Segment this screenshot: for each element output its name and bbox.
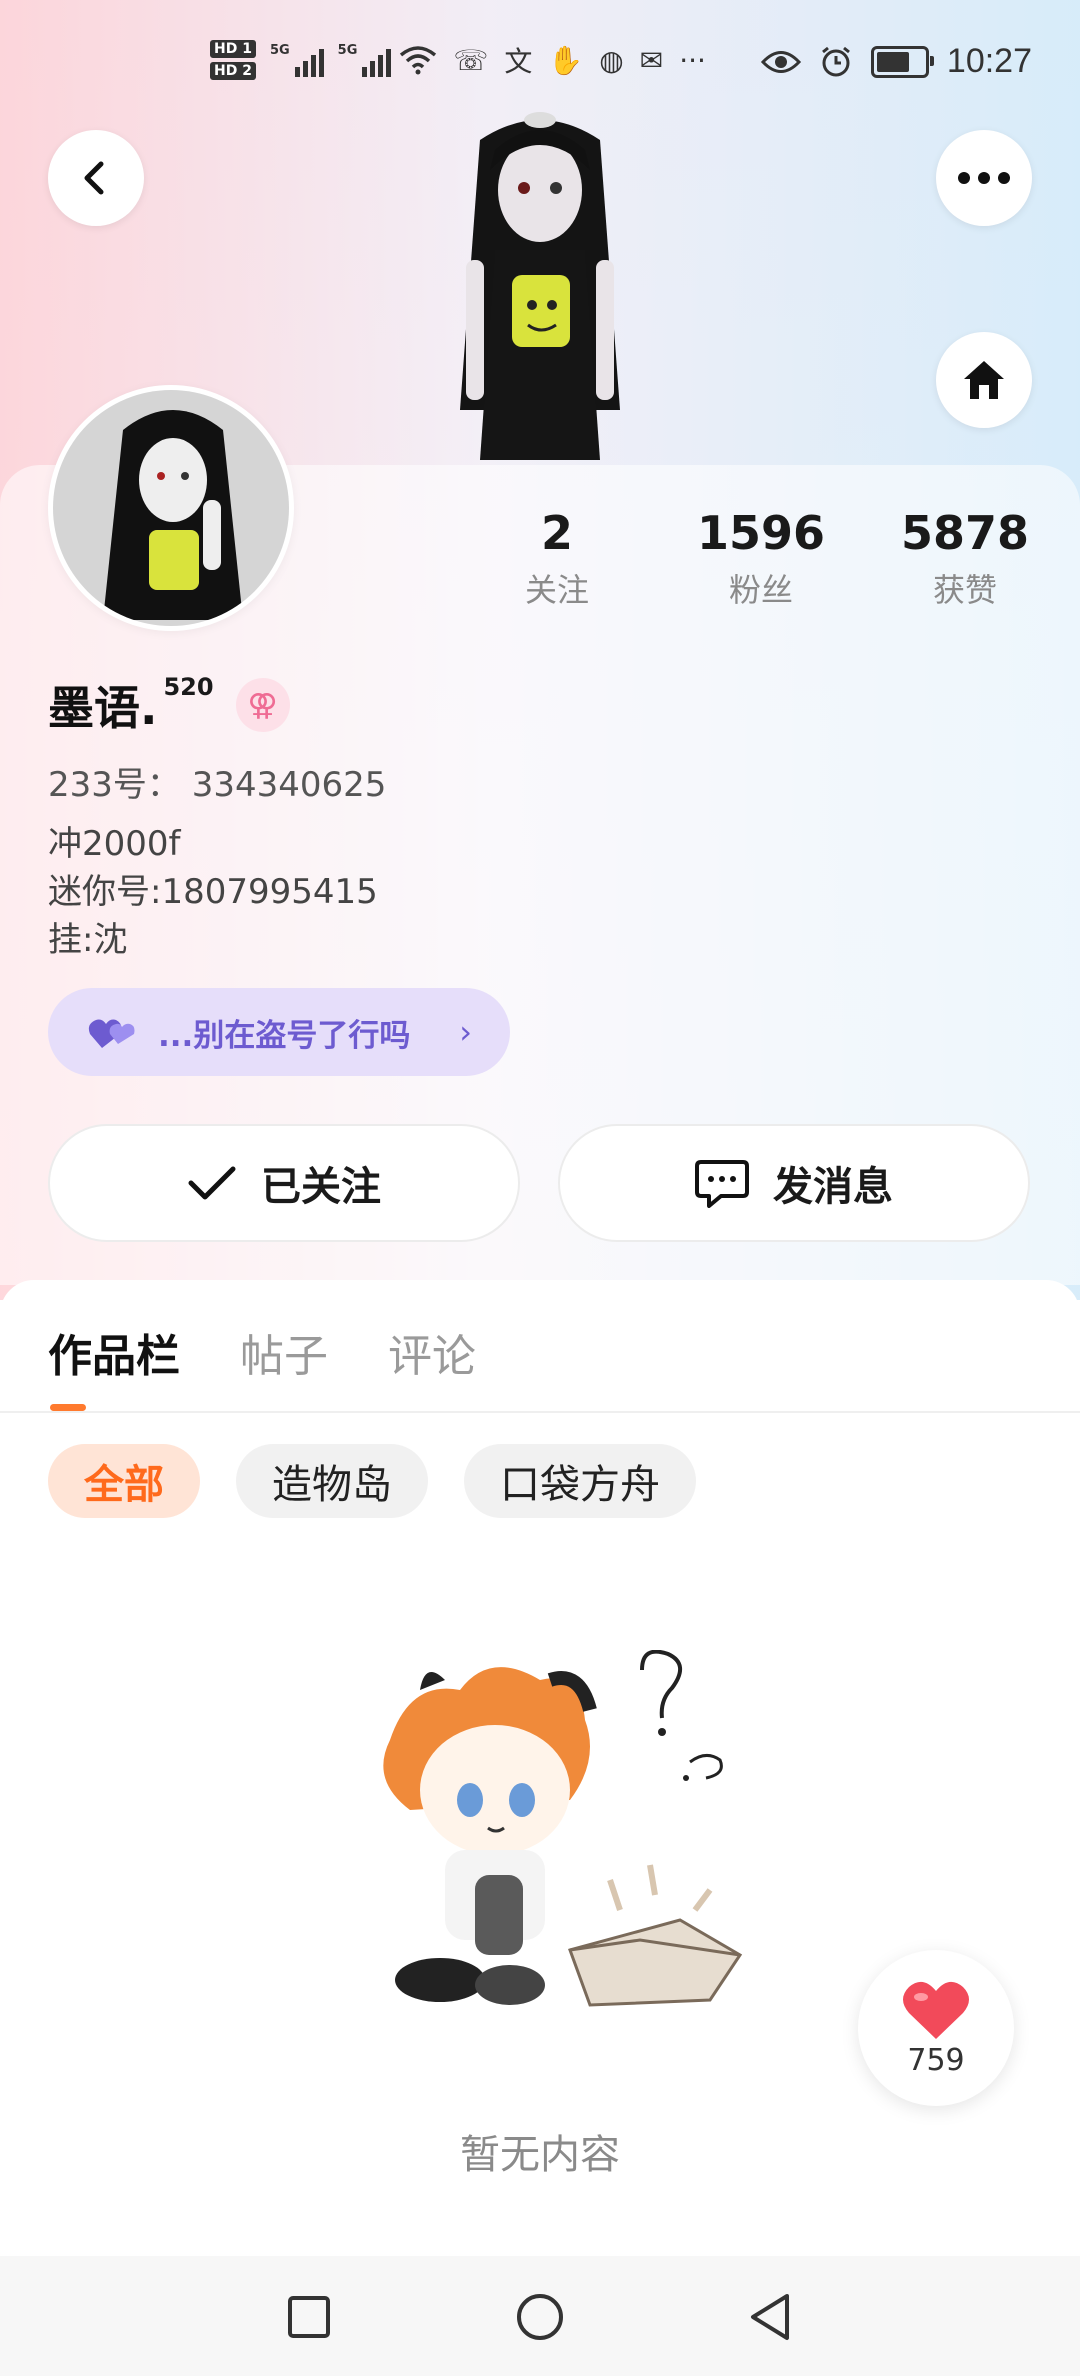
user-bio: 冲2000f 迷你号:1807995415 挂:沈	[48, 820, 378, 964]
empty-state-illustration	[383, 1650, 743, 2007]
tab-works[interactable]: 作品栏	[48, 1320, 180, 1384]
filter-pocket-ark[interactable]: 口袋方舟	[464, 1444, 696, 1518]
like-count: 759	[907, 2042, 965, 2078]
stat-value: 1596	[696, 506, 826, 560]
send-message-button[interactable]: 发消息	[558, 1124, 1030, 1242]
active-tab-indicator	[50, 1404, 86, 1411]
hd1-badge: HD 1	[210, 40, 256, 58]
stat-likes[interactable]: 5878 获赞	[875, 505, 1055, 611]
character-3d-model	[460, 112, 620, 460]
signal-strength-icon: 5G	[270, 43, 324, 77]
hd2-badge: HD 2	[210, 62, 256, 80]
works-section: 作品栏 帖子 评论 全部 造物岛 口袋方舟 暂无内容	[0, 1280, 1080, 2376]
battery-icon	[870, 45, 934, 78]
user-id: 233号： 334340625	[48, 765, 387, 805]
followed-label: 已关注	[261, 1164, 381, 1210]
triangle-back-icon	[751, 2294, 789, 2340]
bio-line: 冲2000f	[48, 824, 181, 864]
heart-pair-icon	[88, 1019, 135, 1048]
more-notifications-icon: ···	[679, 43, 706, 77]
circle-icon	[517, 2294, 563, 2340]
square-icon	[288, 2296, 330, 2338]
signature-text: ...别在盗号了行吗	[158, 1017, 411, 1054]
like-float-button[interactable]: 759	[858, 1950, 1014, 2106]
home-icon	[964, 361, 1004, 399]
missed-call-icon: ☏	[453, 43, 489, 77]
bio-line: 迷你号:1807995415	[48, 872, 378, 912]
stat-label: 获赞	[932, 571, 997, 609]
chevron-right-icon: ›	[459, 1013, 472, 1051]
check-icon	[188, 1166, 236, 1200]
wechat-icon: ✉	[639, 43, 664, 77]
back-button[interactable]	[48, 130, 144, 226]
home-button[interactable]	[936, 332, 1032, 428]
empty-state-text: 暂无内容	[460, 2132, 620, 2178]
more-horizontal-icon	[958, 172, 1010, 184]
heart-icon	[903, 1981, 969, 2039]
filter-creation-island[interactable]: 造物岛	[236, 1444, 428, 1518]
tab-posts[interactable]: 帖子	[240, 1320, 328, 1384]
globe-icon: ◍	[599, 43, 624, 77]
wifi-icon	[400, 46, 437, 75]
avatar-image	[53, 390, 289, 626]
signal-strength-icon-2: 5G	[338, 43, 392, 77]
more-options-button[interactable]	[936, 130, 1032, 226]
user-name-superscript: 520	[163, 673, 214, 701]
alarm-icon	[821, 46, 850, 76]
filter-all[interactable]: 全部	[48, 1444, 200, 1518]
translate-icon: 文	[504, 45, 533, 78]
stat-followers[interactable]: 1596 粉丝	[671, 505, 851, 611]
recent-apps-button[interactable]	[274, 2282, 344, 2352]
content-tabs: 作品栏 帖子 评论	[48, 1320, 476, 1384]
home-nav-button[interactable]	[505, 2282, 575, 2352]
clock: 10:27	[946, 42, 1032, 80]
status-left: HD 1 HD 2 5G 5G ☏ 文 ✋ ◍ ✉ ···	[210, 40, 706, 80]
status-right: 10:27	[760, 42, 1032, 81]
chevron-left-icon	[84, 161, 104, 195]
system-navigation-bar	[0, 2256, 1080, 2376]
stat-label: 粉丝	[728, 571, 793, 609]
stat-value: 2	[540, 506, 573, 560]
female-symbol-icon: ⚢	[235, 678, 290, 732]
avatar[interactable]	[48, 385, 294, 631]
tab-comments[interactable]: 评论	[388, 1320, 476, 1384]
eye-icon	[760, 50, 801, 73]
user-name: 墨语.	[48, 681, 158, 735]
bio-line: 挂:沈	[48, 920, 128, 960]
stat-label: 关注	[524, 571, 589, 609]
stat-following[interactable]: 2 关注	[467, 505, 647, 611]
stat-value: 5878	[900, 506, 1030, 560]
status-bar: HD 1 HD 2 5G 5G ☏ 文 ✋ ◍ ✉ ··· 10:27	[0, 30, 1080, 110]
message-bubble-icon	[695, 1160, 749, 1208]
hand-icon: ✋	[548, 43, 584, 77]
filter-chips: 全部 造物岛 口袋方舟	[48, 1444, 696, 1518]
name-row: 墨语. 520 ⚢	[48, 672, 290, 738]
send-message-label: 发消息	[773, 1164, 893, 1210]
back-nav-button[interactable]	[735, 2282, 805, 2352]
tabs-divider	[0, 1411, 1080, 1413]
signature-tag[interactable]: ...别在盗号了行吗 ›	[48, 988, 510, 1076]
followed-button[interactable]: 已关注	[48, 1124, 520, 1242]
